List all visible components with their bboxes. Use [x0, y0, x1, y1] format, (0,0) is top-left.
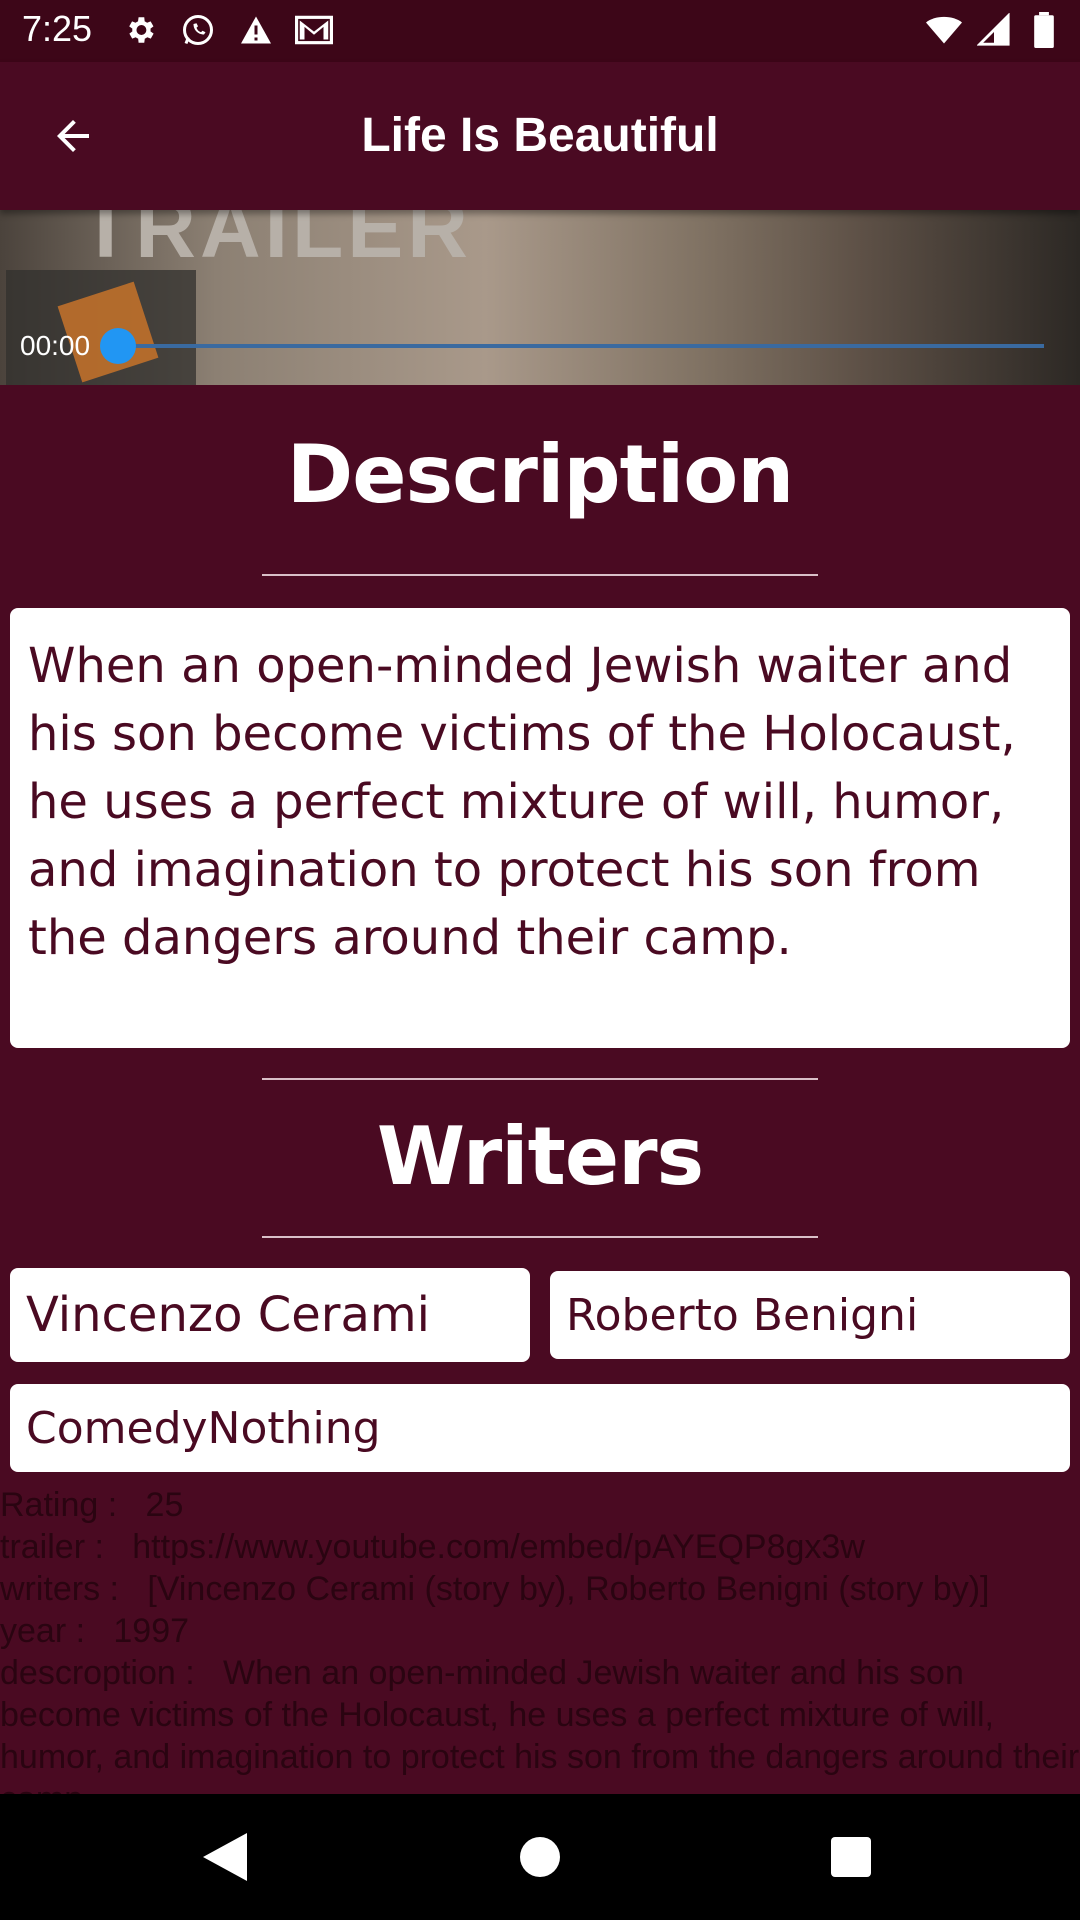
writer-chip: Roberto Benigni [550, 1271, 1070, 1359]
signal-icon [976, 10, 1012, 50]
divider [262, 574, 818, 576]
genre-chip: ComedyNothing [10, 1384, 1070, 1472]
divider [262, 1078, 818, 1080]
page-title: Life Is Beautiful [361, 109, 719, 162]
video-player[interactable]: TRAILER 00:00 [0, 210, 1080, 385]
system-icons [926, 10, 1062, 50]
triangle-back-icon [203, 1833, 247, 1881]
status-time: 7:25 [22, 8, 93, 49]
description-heading: Description [286, 428, 794, 521]
app-bar: Life Is Beautiful [0, 62, 1080, 210]
video-progress-track[interactable] [118, 344, 1044, 348]
whatsapp-icon [178, 10, 218, 50]
nav-back-button[interactable] [192, 1824, 258, 1890]
nav-home-button[interactable] [507, 1824, 573, 1890]
nav-recents-button[interactable] [818, 1824, 884, 1890]
writer-chip: Vincenzo Cerami [10, 1268, 530, 1362]
video-progress-thumb[interactable] [100, 328, 136, 364]
gmail-icon [294, 10, 334, 50]
trailer-line: trailer : https://www.youtube.com/embed/… [0, 1528, 865, 1566]
notification-icons [120, 10, 334, 50]
description-card: When an open-minded Jewish waiter and hi… [10, 608, 1070, 1048]
video-overlay-text: TRAILER [80, 210, 472, 275]
movie-info: Rating : 25 trailer : https://www.youtub… [0, 1484, 1080, 1794]
description-line: descroption : When an open-minded Jewish… [0, 1654, 1080, 1794]
battery-icon [1026, 10, 1062, 50]
video-current-time: 00:00 [20, 330, 91, 361]
circle-home-icon [520, 1837, 560, 1877]
rating-line: Rating : 25 [0, 1486, 184, 1524]
gear-icon [120, 10, 160, 50]
square-recents-icon [831, 1837, 871, 1877]
writers-heading: Writers [376, 1110, 704, 1203]
navigation-bar [0, 1794, 1080, 1920]
writers-line: writers : [Vincenzo Cerami (story by), R… [0, 1570, 990, 1608]
status-bar: 7:25 [0, 0, 1080, 62]
wifi-icon [926, 10, 962, 50]
divider [262, 1236, 818, 1238]
year-line: year : 1997 [0, 1612, 190, 1650]
warning-icon [236, 10, 276, 50]
